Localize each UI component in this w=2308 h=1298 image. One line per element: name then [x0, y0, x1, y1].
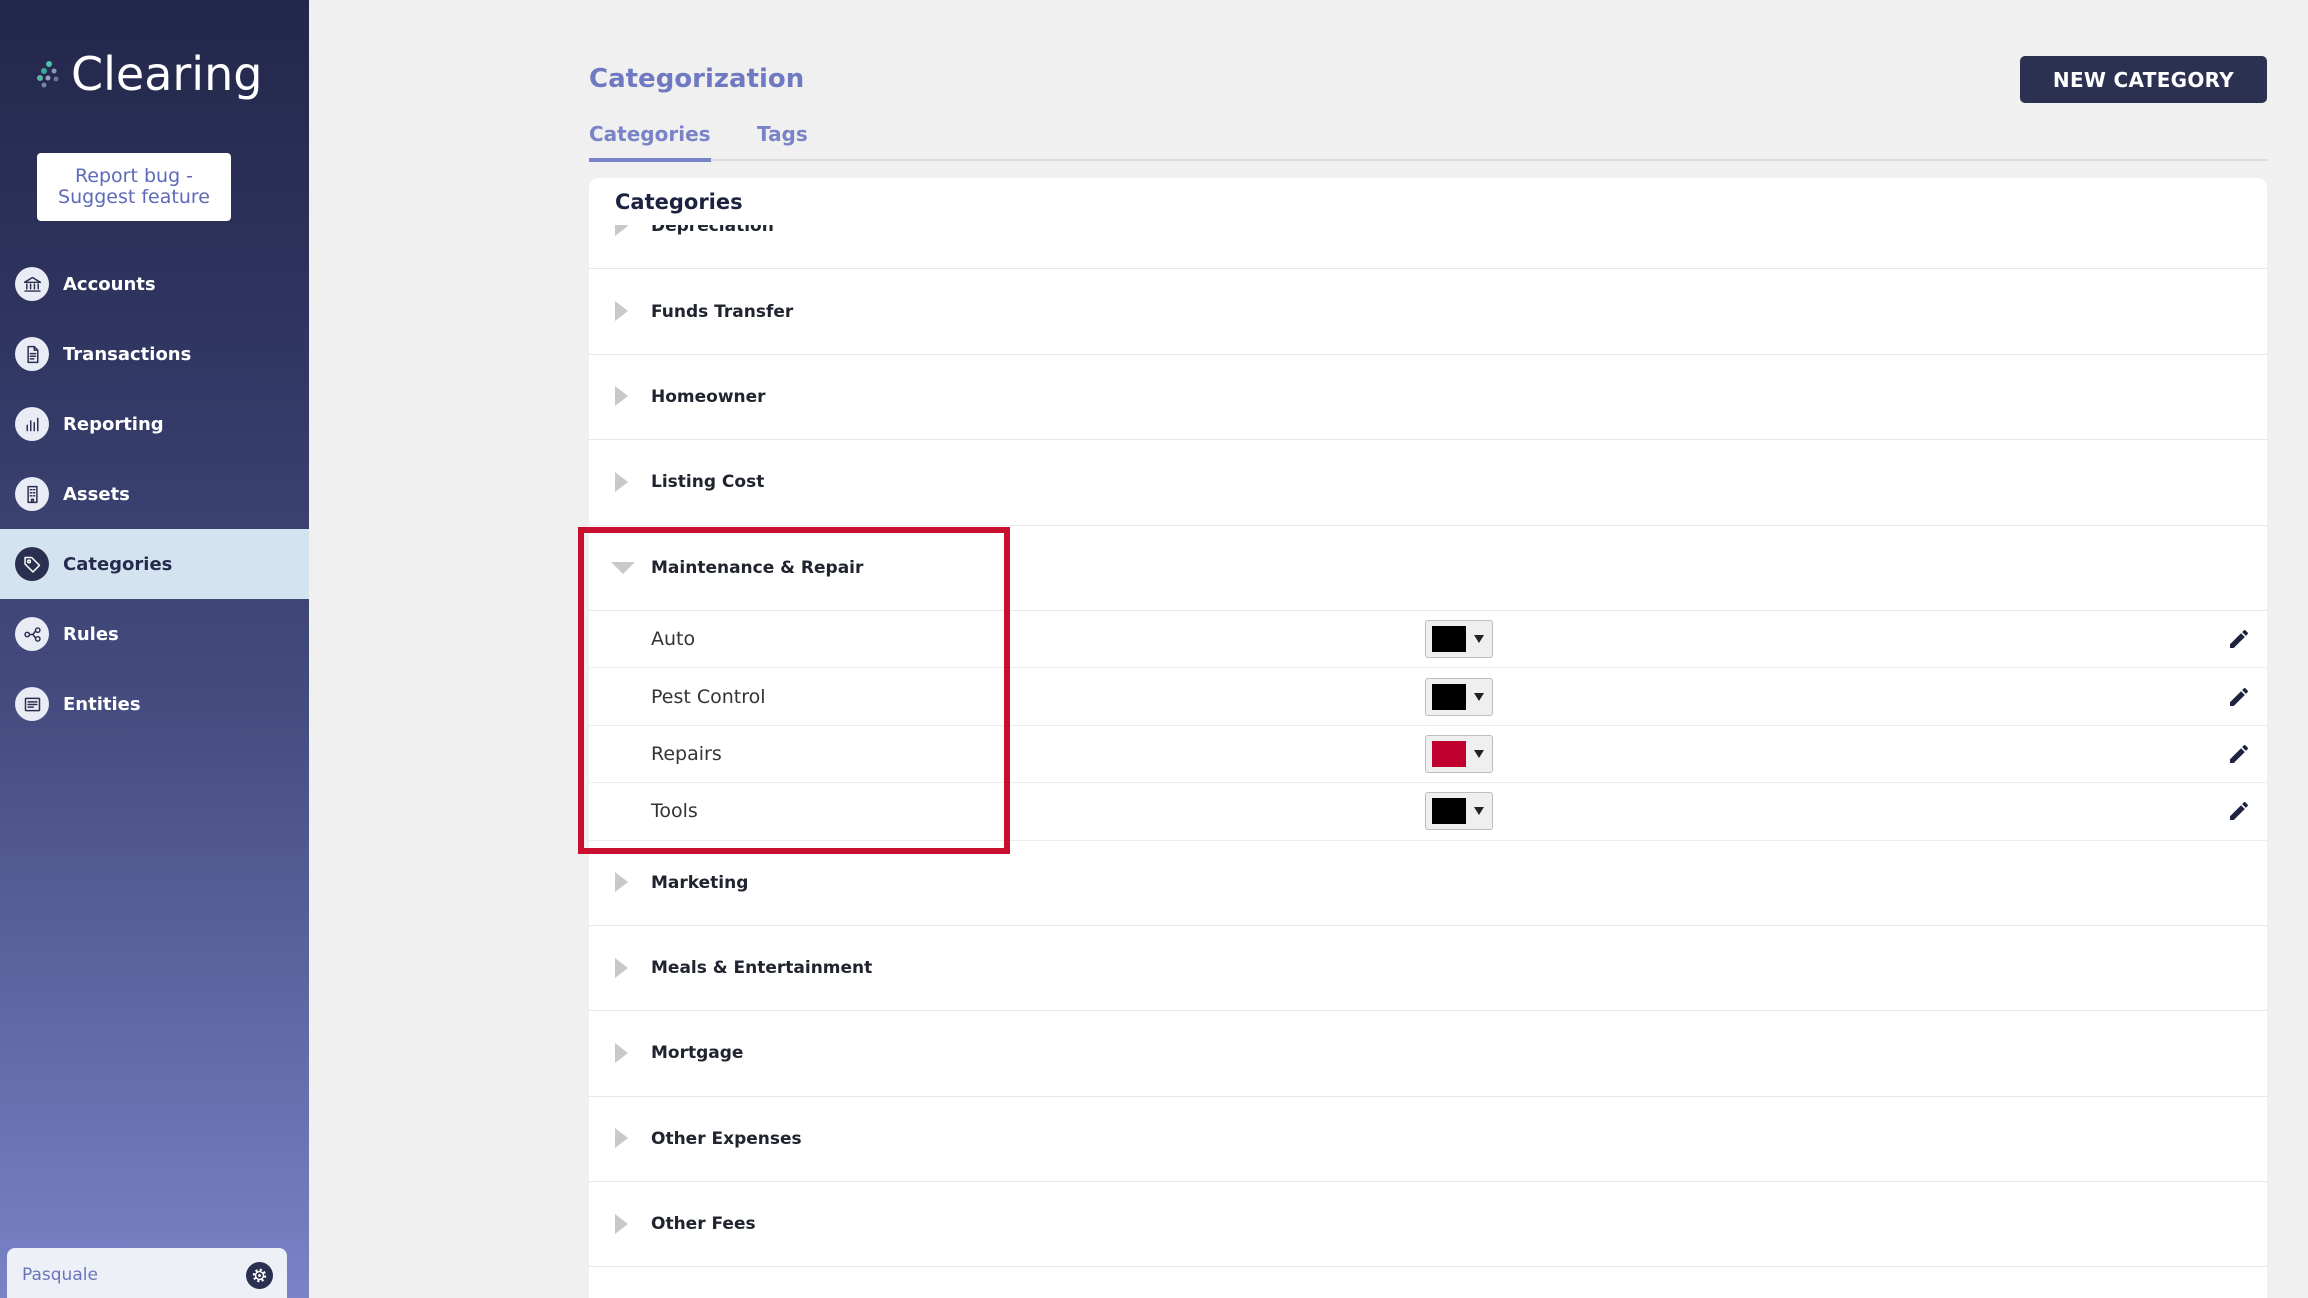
user-menu[interactable]: Pasquale	[7, 1248, 287, 1298]
color-swatch	[1432, 740, 1466, 767]
subcategory-label: Pest Control	[651, 685, 766, 708]
app-name: Clearing	[71, 47, 263, 101]
building-icon	[15, 477, 49, 511]
sidebar-item-entities[interactable]: Entities	[0, 669, 309, 739]
logo[interactable]: Clearing	[33, 50, 262, 98]
sidebar-item-accounts[interactable]: Accounts	[0, 249, 309, 319]
tab-categories[interactable]: Categories	[589, 120, 711, 162]
caret-right-icon[interactable]	[615, 957, 628, 978]
logo-mark-icon	[37, 61, 59, 88]
chevron-down-icon	[1474, 692, 1484, 701]
sidebar: Clearing Report bug - Suggest feature Ac…	[0, 0, 309, 1298]
sidebar-item-reporting[interactable]: Reporting	[0, 389, 309, 459]
category-label: Funds Transfer	[651, 301, 794, 322]
card-header: Categories	[589, 178, 2267, 225]
category-label: Mortgage	[651, 1043, 744, 1064]
category-row-maintenance-repair[interactable]: Maintenance & Repair	[589, 526, 2267, 611]
color-picker[interactable]	[1425, 734, 1493, 773]
category-row-other-expenses[interactable]: Other Expenses	[589, 1097, 2267, 1183]
caret-right-icon[interactable]	[615, 1128, 628, 1149]
category-label: Homeowner	[651, 386, 766, 407]
color-swatch	[1432, 683, 1466, 710]
caret-right-icon[interactable]	[615, 872, 628, 893]
caret-right-icon[interactable]	[615, 471, 628, 492]
edit-button[interactable]	[2227, 799, 2251, 823]
bank-icon	[15, 267, 49, 301]
category-label: Maintenance & Repair	[651, 557, 864, 578]
sidebar-nav: Accounts Transactions Reporting Assets C…	[0, 249, 309, 739]
subcategory-row-auto: Auto	[589, 611, 2267, 669]
caret-down-icon[interactable]	[611, 561, 635, 574]
report-bug-button[interactable]: Report bug - Suggest feature	[37, 153, 231, 221]
color-swatch	[1432, 798, 1466, 825]
sidebar-item-label: Categories	[63, 553, 173, 575]
category-row-marketing[interactable]: Marketing	[589, 841, 2267, 926]
sidebar-item-label: Accounts	[63, 273, 156, 295]
entities-icon	[15, 687, 49, 721]
subcategory-row-repairs: Repairs	[589, 726, 2267, 784]
pencil-icon	[2230, 630, 2249, 649]
edit-button[interactable]	[2227, 627, 2251, 651]
user-name: Pasquale	[22, 1265, 98, 1285]
bar-chart-icon	[15, 407, 49, 441]
sidebar-item-label: Transactions	[63, 343, 192, 365]
category-row-other-fees[interactable]: Other Fees	[589, 1182, 2267, 1268]
category-list: Depreciation Funds Transfer Homeowner Li…	[589, 184, 2267, 1268]
color-swatch	[1432, 626, 1466, 653]
tab-bar-divider	[589, 159, 2267, 161]
sidebar-item-label: Reporting	[63, 413, 164, 435]
edit-button[interactable]	[2227, 742, 2251, 766]
pencil-icon	[2230, 687, 2249, 706]
color-picker[interactable]	[1425, 677, 1493, 716]
caret-right-icon[interactable]	[615, 1042, 628, 1063]
color-picker[interactable]	[1425, 792, 1493, 831]
pencil-icon	[2230, 802, 2249, 821]
chevron-down-icon	[1474, 635, 1484, 644]
new-category-button[interactable]: NEW CATEGORY	[2020, 56, 2267, 103]
category-label: Other Expenses	[651, 1128, 802, 1149]
sidebar-item-transactions[interactable]: Transactions	[0, 319, 309, 389]
subcategory-label: Auto	[651, 628, 696, 651]
sidebar-item-assets[interactable]: Assets	[0, 459, 309, 529]
categories-card: Categories Depreciation Funds Transfer H…	[589, 178, 2267, 1298]
card-title: Categories	[615, 190, 743, 214]
caret-right-icon[interactable]	[615, 1213, 628, 1234]
subcategory-row-pest-control: Pest Control	[589, 668, 2267, 726]
caret-right-icon[interactable]	[615, 301, 628, 322]
category-row-funds-transfer[interactable]: Funds Transfer	[589, 269, 2267, 355]
caret-right-icon[interactable]	[615, 386, 628, 407]
category-row-mortgage[interactable]: Mortgage	[589, 1011, 2267, 1097]
sidebar-item-label: Rules	[63, 623, 119, 645]
subcategory-label: Tools	[651, 800, 698, 823]
category-label: Meals & Entertainment	[651, 958, 873, 979]
sidebar-item-categories[interactable]: Categories	[0, 529, 309, 599]
chevron-down-icon	[1474, 807, 1484, 816]
gear-icon[interactable]	[246, 1262, 273, 1289]
category-label: Other Fees	[651, 1214, 756, 1235]
chevron-down-icon	[1474, 749, 1484, 758]
pencil-icon	[2230, 744, 2249, 763]
edit-button[interactable]	[2227, 685, 2251, 709]
page-title: Categorization	[589, 64, 805, 94]
sidebar-item-label: Entities	[63, 693, 141, 715]
subcategory-row-tools: Tools	[589, 783, 2267, 841]
rules-icon	[15, 617, 49, 651]
color-picker[interactable]	[1425, 620, 1493, 659]
category-label: Listing Cost	[651, 472, 765, 493]
category-row-listing-cost[interactable]: Listing Cost	[589, 440, 2267, 526]
sidebar-item-label: Assets	[63, 483, 130, 505]
sidebar-item-rules[interactable]: Rules	[0, 599, 309, 669]
category-row-meals-entertainment[interactable]: Meals & Entertainment	[589, 926, 2267, 1012]
tag-icon	[15, 547, 49, 581]
subcategory-label: Repairs	[651, 742, 722, 765]
category-row-homeowner[interactable]: Homeowner	[589, 355, 2267, 441]
category-label: Marketing	[651, 872, 749, 893]
tab-tags[interactable]: Tags	[757, 120, 808, 148]
document-icon	[15, 337, 49, 371]
